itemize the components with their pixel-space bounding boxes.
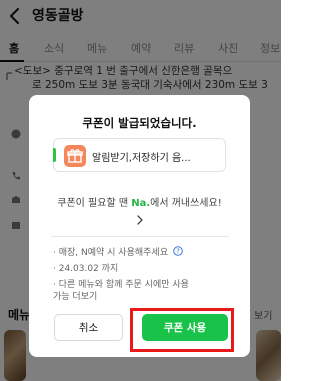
coupon-issued-dialog: 쿠폰이 발급되었습니다. 알림받기,저장하기 음... 쿠폰이 필요할 땐 Na…	[29, 95, 250, 357]
naver-hint-text: 쿠폰이 필요할 땐 Na.에서 꺼내쓰세요!	[29, 194, 250, 209]
dialog-title: 쿠폰이 발급되었습니다.	[82, 116, 197, 130]
gift-icon	[64, 145, 86, 167]
coupon-card[interactable]: 알림받기,저장하기 음...	[53, 138, 226, 172]
usage-note-text: · 매장, N예약 시 사용해주세요	[53, 248, 168, 258]
divider	[51, 236, 229, 237]
chevron-right-icon[interactable]	[136, 211, 144, 225]
condition-note-line-1: · 다른 메뉴와 함께 주문 시에만 사용	[53, 280, 189, 290]
naver-na-brand: Na.	[131, 198, 151, 209]
cancel-button[interactable]: 취소	[54, 314, 123, 341]
info-icon[interactable]: ?	[173, 246, 183, 256]
use-coupon-button[interactable]: 쿠폰 사용	[142, 314, 228, 341]
hint-prefix: 쿠폰이 필요할 땐	[57, 198, 132, 209]
condition-note: · 다른 메뉴와 함께 주문 시에만 사용 가능 더보기	[53, 279, 189, 303]
svg-text:?: ?	[176, 248, 180, 256]
usage-note: · 매장, N예약 시 사용해주세요 ?	[53, 246, 183, 259]
expiry-note: · 24.03.02 까지	[53, 264, 119, 274]
condition-note-line-2[interactable]: 가능 더보기	[53, 292, 97, 302]
coupon-name: 알림받기,저장하기 음...	[92, 153, 191, 164]
hint-suffix: 에서 꺼내쓰세요!	[150, 198, 222, 209]
